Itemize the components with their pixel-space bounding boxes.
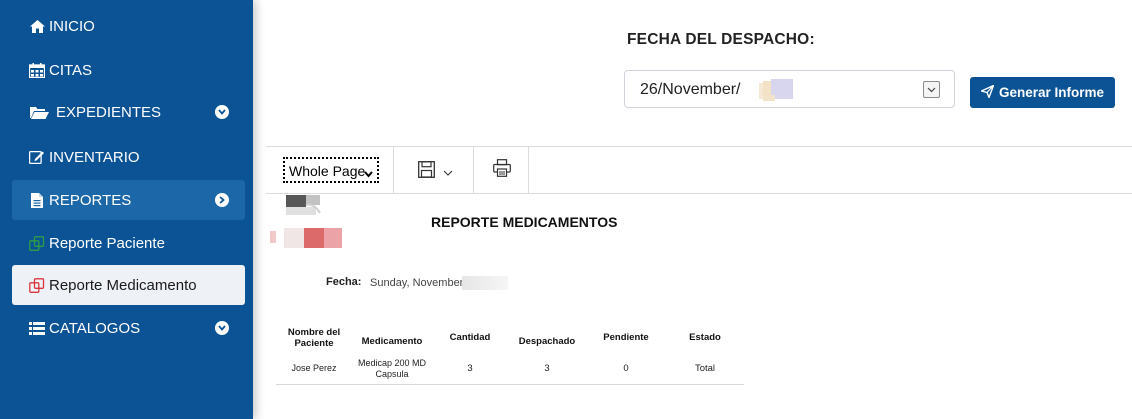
- report-fecha-value: Sunday, November: [370, 277, 464, 289]
- sidebar-item-inicio[interactable]: INICIO: [12, 6, 245, 46]
- edit-icon: [28, 149, 46, 165]
- sidebar-item-reporte-medicamento[interactable]: Reporte Medicamento: [12, 265, 245, 305]
- sidebar: INICIO CITAS EXPEDIENTES INVENTARIO REPO…: [0, 0, 253, 419]
- sidebar-item-catalogos[interactable]: CATALOGOS: [12, 308, 245, 348]
- dropdown-arrow-icon[interactable]: [923, 81, 940, 98]
- toolbar-divider: [266, 193, 1132, 194]
- table-row: Jose Perez Medicap 200 MD Capsula 3 3 0 …: [276, 354, 744, 385]
- cell-estado: Total: [666, 354, 744, 385]
- chevron-down-icon[interactable]: [215, 321, 229, 335]
- sidebar-item-label: EXPEDIENTES: [56, 103, 162, 121]
- fecha-despacho-value: 26/November/: [640, 81, 741, 98]
- report-fecha-label: Fecha:: [326, 276, 362, 288]
- copy-icon: [28, 235, 46, 251]
- column-header: Nombre del Paciente: [287, 327, 341, 349]
- sidebar-item-inventario[interactable]: INVENTARIO: [12, 137, 245, 177]
- column-header: Medicamento: [361, 335, 423, 347]
- sidebar-item-label: CITAS: [49, 61, 93, 79]
- column-header: Estado: [689, 332, 721, 343]
- generar-informe-label: Generar Informe: [998, 85, 1105, 100]
- list-icon: [28, 320, 46, 336]
- report-table: Nombre del Paciente Medicamento Cantidad…: [276, 322, 744, 385]
- cell-pendiente: 0: [586, 354, 666, 385]
- sidebar-item-reportes[interactable]: REPORTES: [12, 180, 245, 220]
- sidebar-item-label: Reporte Medicamento: [49, 276, 197, 294]
- toolbar-separator: [393, 147, 394, 193]
- chevron-down-icon: [443, 163, 453, 181]
- fecha-despacho-label: FECHA DEL DESPACHO:: [627, 31, 815, 48]
- calendar-icon: [28, 62, 46, 78]
- chevron-right-icon[interactable]: [215, 193, 229, 207]
- print-button[interactable]: [490, 158, 514, 182]
- cell-cantidad: 3: [432, 354, 508, 385]
- cell-medicamento: Medicap 200 MD Capsula: [352, 354, 432, 385]
- column-header: Cantidad: [449, 332, 491, 343]
- redacted-area: [763, 95, 775, 101]
- table-header-row: Nombre del Paciente Medicamento Cantidad…: [276, 322, 744, 354]
- generar-informe-button[interactable]: Generar Informe: [970, 77, 1115, 108]
- toolbar-divider: [266, 146, 1132, 147]
- sidebar-item-label: REPORTES: [49, 191, 132, 209]
- fecha-despacho-select[interactable]: 26/November/: [624, 70, 955, 108]
- zoom-value: Whole Page: [289, 163, 366, 179]
- sidebar-item-label: CATALOGOS: [49, 319, 141, 337]
- column-header: Pendiente: [603, 332, 649, 343]
- send-icon: [980, 84, 995, 101]
- home-icon: [28, 18, 46, 34]
- toolbar-separator: [473, 147, 474, 193]
- cell-despachado: 3: [508, 354, 586, 385]
- sidebar-item-label: Reporte Paciente: [49, 234, 165, 252]
- toolbar-separator: [528, 147, 529, 193]
- folder-open-icon: [28, 104, 50, 120]
- sidebar-item-label: INVENTARIO: [49, 148, 140, 166]
- redacted-area: [462, 276, 508, 290]
- file-icon: [28, 192, 46, 208]
- zoom-select[interactable]: Whole Page: [283, 157, 379, 183]
- print-icon: [493, 158, 511, 182]
- sidebar-item-citas[interactable]: CITAS: [12, 50, 245, 90]
- chevron-down-icon: [364, 165, 373, 181]
- report-logo: [270, 195, 360, 250]
- sidebar-item-expedientes[interactable]: EXPEDIENTES: [12, 92, 245, 132]
- sidebar-item-reporte-paciente[interactable]: Reporte Paciente: [12, 223, 245, 263]
- report-title: REPORTE MEDICAMENTOS: [431, 214, 618, 230]
- cell-paciente: Jose Perez: [276, 354, 352, 385]
- save-export-button[interactable]: [414, 160, 456, 184]
- column-header: Despachado: [518, 335, 576, 347]
- save-icon: [417, 161, 435, 183]
- copy-icon: [28, 277, 46, 293]
- chevron-down-icon[interactable]: [215, 105, 229, 119]
- sidebar-item-label: INICIO: [49, 17, 95, 35]
